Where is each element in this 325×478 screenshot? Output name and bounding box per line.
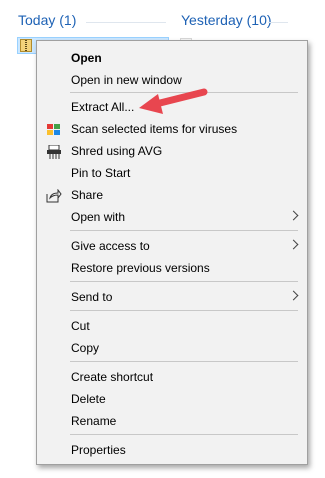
zip-file-icon (20, 39, 32, 52)
submenu-chevron-icon (288, 210, 299, 221)
group-header-yesterday[interactable]: Yesterday (10) (181, 12, 272, 28)
menu-item-label: Open in new window (71, 73, 182, 87)
menu-item-delete[interactable]: Delete (37, 388, 307, 410)
group-divider (86, 22, 166, 23)
menu-item-give-access[interactable]: Give access to (37, 235, 307, 257)
menu-item-label: Extract All... (71, 100, 135, 114)
menu-item-share[interactable]: Share (37, 184, 307, 206)
share-icon (46, 188, 62, 203)
menu-item-label: Give access to (71, 239, 150, 253)
menu-item-label: Open with (71, 210, 126, 224)
avg-scan-icon (46, 122, 62, 136)
menu-item-open-with[interactable]: Open with (37, 206, 307, 228)
menu-item-properties[interactable]: Properties (37, 439, 307, 461)
group-header-today[interactable]: Today (1) (18, 12, 76, 28)
menu-item-shred-avg[interactable]: Shred using AVG (37, 140, 307, 162)
menu-separator (70, 310, 298, 311)
group-divider (268, 22, 288, 23)
context-menu: Open Open in new window Extract All... S… (36, 40, 308, 465)
menu-item-send-to[interactable]: Send to (37, 286, 307, 308)
menu-item-label: Send to (71, 290, 113, 304)
menu-separator (70, 434, 298, 435)
menu-item-label: Pin to Start (71, 166, 131, 180)
menu-item-rename[interactable]: Rename (37, 410, 307, 432)
menu-separator (70, 361, 298, 362)
menu-item-label: Restore previous versions (71, 261, 210, 275)
menu-item-label: Delete (71, 392, 106, 406)
menu-item-pin-to-start[interactable]: Pin to Start (37, 162, 307, 184)
shredder-icon (46, 144, 62, 159)
submenu-chevron-icon (288, 239, 299, 250)
menu-item-create-shortcut[interactable]: Create shortcut (37, 366, 307, 388)
menu-item-label: Properties (71, 443, 126, 457)
menu-item-label: Open (71, 51, 102, 65)
menu-item-extract-all[interactable]: Extract All... (37, 96, 307, 118)
menu-item-cut[interactable]: Cut (37, 315, 307, 337)
menu-item-label: Copy (71, 341, 100, 355)
menu-item-label: Cut (71, 319, 90, 333)
menu-item-label: Share (71, 188, 104, 202)
menu-separator (70, 92, 298, 93)
menu-item-label: Create shortcut (71, 370, 154, 384)
submenu-chevron-icon (288, 290, 299, 301)
menu-item-label: Shred using AVG (71, 144, 163, 158)
menu-item-open[interactable]: Open (37, 47, 307, 69)
menu-separator (70, 230, 298, 231)
menu-item-label: Rename (71, 414, 117, 428)
menu-item-restore-previous-versions[interactable]: Restore previous versions (37, 257, 307, 279)
menu-item-copy[interactable]: Copy (37, 337, 307, 359)
menu-separator (70, 281, 298, 282)
menu-item-label: Scan selected items for viruses (71, 122, 238, 136)
menu-item-scan-viruses[interactable]: Scan selected items for viruses (37, 118, 307, 140)
menu-item-open-in-new-window[interactable]: Open in new window (37, 69, 307, 91)
